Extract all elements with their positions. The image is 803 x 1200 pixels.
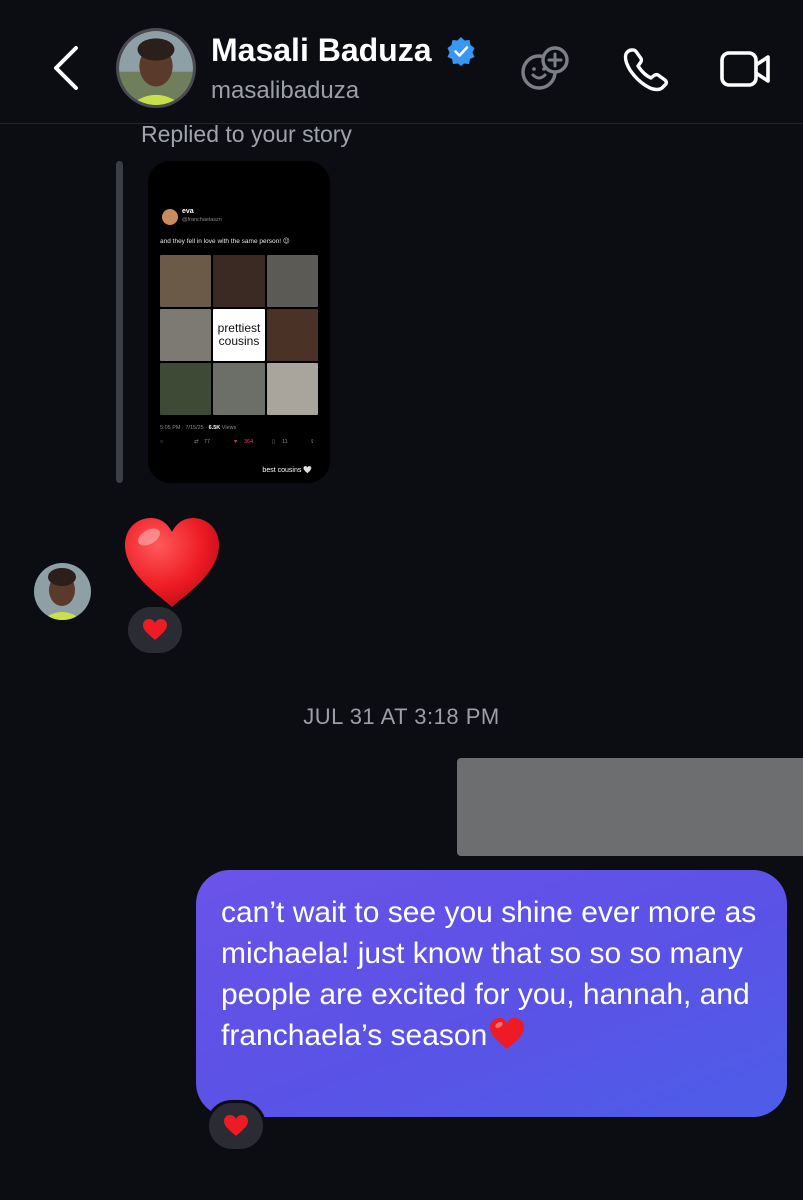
contact-name[interactable]: Masali Baduza bbox=[211, 32, 432, 69]
voice-call-button[interactable] bbox=[620, 44, 674, 94]
phone-icon bbox=[623, 48, 669, 92]
reaction-badge[interactable]: ❤️ bbox=[125, 604, 185, 656]
grid-photo bbox=[160, 255, 212, 307]
heart-reaction-icon bbox=[224, 1115, 248, 1136]
story-reply-label: Replied to your story bbox=[141, 121, 352, 147]
chat-header: Masali Baduza masalibaduza bbox=[0, 0, 803, 124]
post-meta: 5:05 PM · 7/15/25 · 6.5K Views bbox=[160, 425, 236, 431]
post-actions: ○ ⇄ 77 ♥ 364 ▯ 11 ⇪ bbox=[160, 439, 320, 449]
post-text: and they fell in love with the same pers… bbox=[160, 238, 290, 245]
post-author-handle: @franchaelaszn bbox=[182, 217, 222, 223]
message-timestamp: JUL 31 AT 3:18 PM bbox=[303, 704, 500, 729]
post-views-label: Views bbox=[221, 425, 237, 431]
like-icon: ♥ bbox=[234, 439, 238, 445]
outgoing-message-bubble[interactable]: can’t wait to see you shine ever more as… bbox=[196, 870, 787, 1117]
sticker-add-icon bbox=[521, 46, 569, 90]
grid-photo bbox=[266, 255, 318, 307]
grid-photo bbox=[160, 363, 212, 415]
contact-handle[interactable]: masalibaduza bbox=[211, 77, 359, 105]
sender-avatar[interactable] bbox=[34, 563, 91, 620]
chevron-left-icon bbox=[54, 46, 78, 90]
repost-count: 77 bbox=[204, 439, 211, 445]
grid-title-card: prettiest cousins bbox=[213, 309, 265, 361]
video-call-button[interactable] bbox=[719, 44, 773, 94]
grid-photo bbox=[266, 309, 318, 361]
back-button[interactable] bbox=[44, 42, 88, 94]
contact-avatar[interactable] bbox=[116, 28, 196, 108]
bookmark-count: 11 bbox=[282, 439, 288, 445]
video-camera-icon bbox=[720, 51, 770, 87]
heart-reaction-icon bbox=[143, 619, 167, 640]
post-author-name: eva bbox=[182, 208, 194, 215]
outgoing-message-text: can’t wait to see you shine ever more as… bbox=[221, 892, 771, 1056]
redacted-message bbox=[457, 758, 803, 856]
post-author-avatar bbox=[162, 209, 178, 225]
reply-icon: ○ bbox=[160, 439, 164, 445]
grid-photo bbox=[213, 363, 265, 415]
heart-emoji-inline-icon bbox=[490, 1018, 525, 1049]
reply-quote-bar bbox=[116, 161, 123, 483]
grid-photo bbox=[213, 255, 265, 307]
grid-photo bbox=[160, 309, 212, 361]
post-photo-grid: prettiest cousins bbox=[160, 255, 318, 415]
reaction-badge[interactable]: ❤️ bbox=[206, 1100, 266, 1152]
story-caption: best cousins 🤍 bbox=[262, 467, 312, 474]
avatar-photo bbox=[119, 31, 193, 105]
heart-emoji-message[interactable] bbox=[121, 515, 223, 611]
avatar-photo bbox=[34, 563, 91, 620]
post-views-count: 6.5K bbox=[208, 425, 221, 431]
share-icon: ⇪ bbox=[310, 439, 315, 445]
grid-title-line2: cousins bbox=[218, 334, 260, 348]
bookmark-icon: ▯ bbox=[272, 439, 276, 445]
like-count: 364 bbox=[244, 439, 254, 445]
effects-button[interactable] bbox=[519, 44, 573, 94]
repost-icon: ⇄ bbox=[194, 439, 199, 445]
story-preview[interactable]: eva @franchaelaszn and they fell in love… bbox=[148, 161, 330, 483]
post-time: 5:05 PM · 7/15/25 · bbox=[160, 425, 208, 431]
grid-photo bbox=[266, 363, 318, 415]
verified-badge-icon bbox=[447, 37, 475, 66]
